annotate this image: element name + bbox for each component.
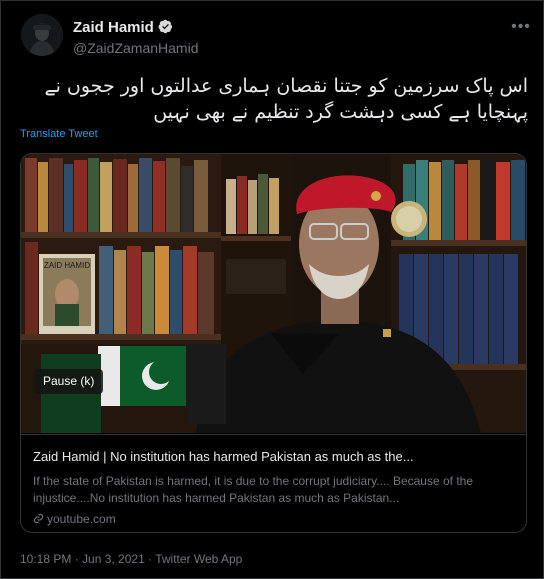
translate-tweet-link[interactable]: Translate Tweet — [20, 128, 98, 140]
tweet-header: Zaid Hamid @ZaidZamanHamid ••• — [21, 14, 531, 60]
link-card-domain-text: youtube.com — [47, 512, 116, 526]
tweet-text: اس پاک سرزمین کو جتنا نقصان ہماری عدالتو… — [44, 75, 528, 123]
verified-badge-icon — [158, 19, 172, 34]
tweet-timestamp[interactable]: 10:18 PM · Jun 3, 2021 · Twitter Web App — [20, 552, 242, 566]
link-card-body[interactable]: Zaid Hamid | No institution has harmed P… — [21, 434, 526, 532]
more-options-icon[interactable]: ••• — [511, 18, 531, 35]
link-card-domain: youtube.com — [33, 512, 514, 526]
link-icon — [33, 513, 44, 524]
link-card[interactable]: ZAID HAMID Pause (k) Zaid Hamid | No ins… — [20, 153, 527, 533]
link-card-title: Zaid Hamid | No institution has harmed P… — [33, 449, 414, 464]
avatar[interactable] — [21, 14, 63, 56]
author-name[interactable]: Zaid Hamid — [73, 19, 173, 36]
video-thumbnail[interactable]: ZAID HAMID Pause (k) — [21, 154, 526, 433]
tweet[interactable]: Zaid Hamid @ZaidZamanHamid ••• اس پاک سر… — [0, 0, 544, 579]
author-name-text: Zaid Hamid — [73, 19, 154, 36]
book-cover-text: ZAID HAMID — [44, 261, 90, 270]
pause-button[interactable]: Pause (k) — [34, 369, 104, 394]
author-handle[interactable]: @ZaidZamanHamid — [73, 40, 198, 56]
link-card-description: If the state of Pakistan is harmed, it i… — [33, 474, 474, 505]
